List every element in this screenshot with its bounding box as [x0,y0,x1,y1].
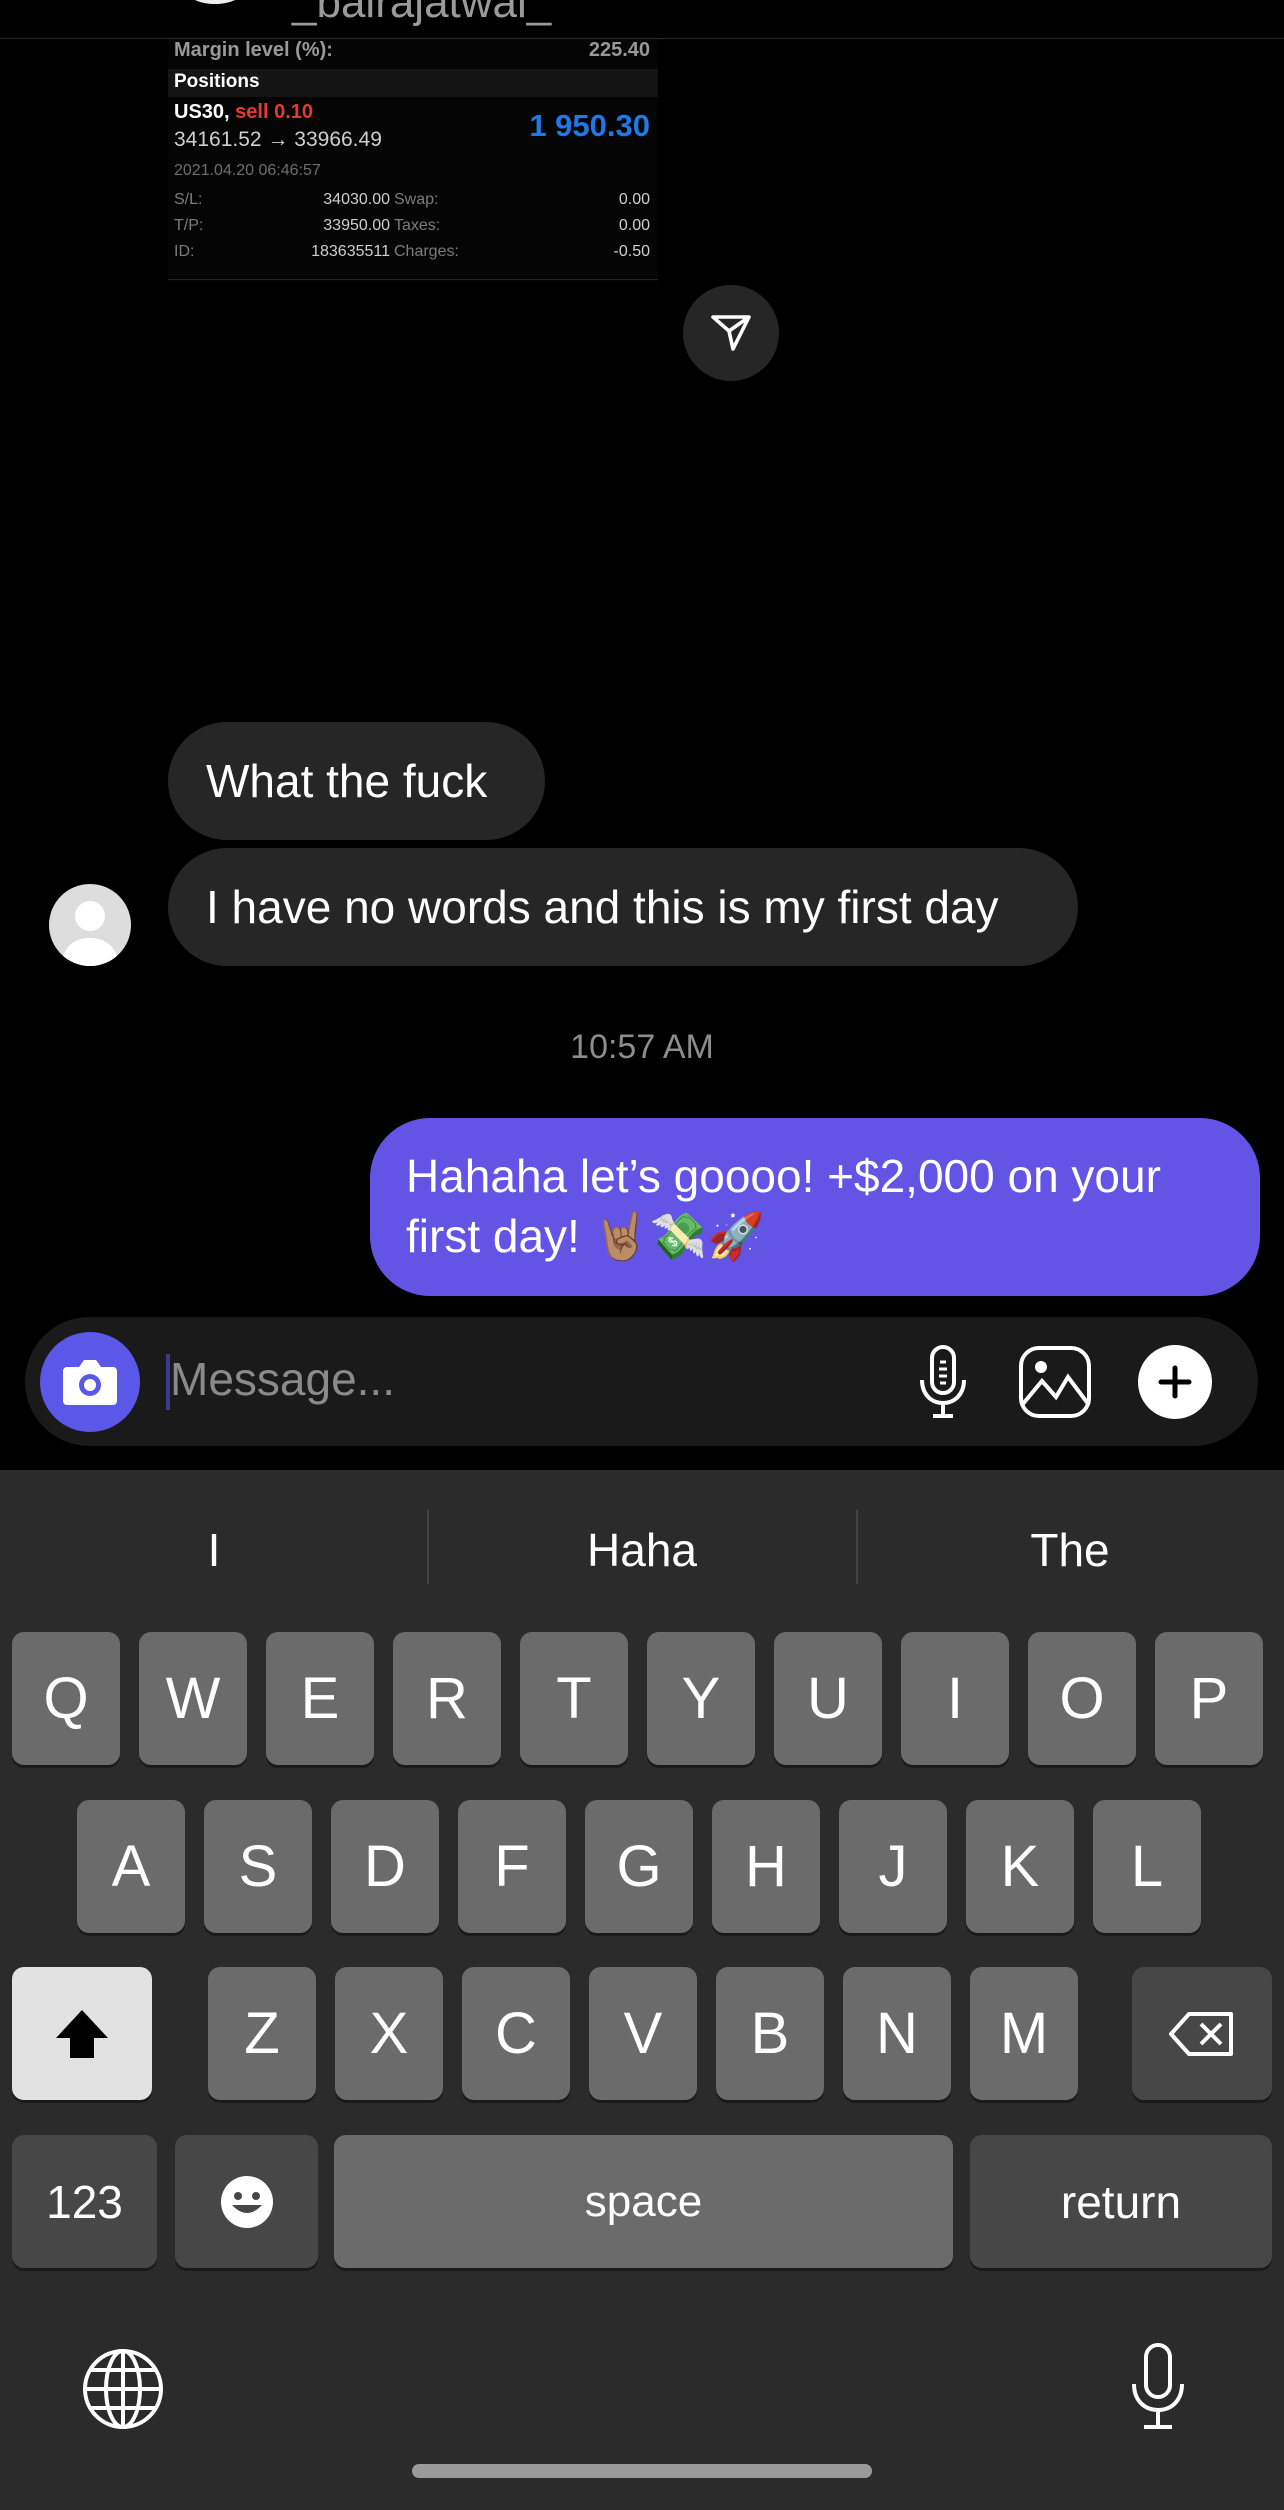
voice-message-button[interactable] [908,1340,978,1424]
key[interactable]: H [712,1800,820,1933]
taxes-label: Taxes: [394,217,441,234]
return-key[interactable]: return [970,2135,1272,2268]
key[interactable]: E [266,1632,374,1765]
key[interactable]: G [585,1800,693,1933]
received-message[interactable]: What the fuck [168,722,545,840]
dictation-button[interactable] [1120,2340,1196,2432]
shift-key[interactable] [12,1967,152,2100]
shared-trade-screenshot[interactable]: Margin level (%): 225.40 Positions US30,… [168,39,658,282]
globe-button[interactable] [80,2346,166,2432]
sl-value: 34030.00 [323,191,390,208]
share-button[interactable] [683,285,779,381]
header-avatar[interactable] [180,0,250,4]
person-icon [61,901,119,966]
space-key[interactable]: space [334,2135,953,2268]
message-input[interactable] [170,1352,870,1406]
key[interactable]: S [204,1800,312,1933]
tp-label: T/P: [174,217,204,234]
key[interactable]: I [901,1632,1009,1765]
sl-label: S/L: [174,191,203,208]
key[interactable]: U [774,1632,882,1765]
home-indicator[interactable] [412,2464,872,2478]
charges-value: -0.50 [613,243,650,260]
received-message[interactable]: I have no words and this is my first day [168,848,1078,966]
swap-label: Swap: [394,191,439,208]
charges-label: Charges: [394,243,459,260]
emoji-icon [220,2175,273,2228]
emoji-key[interactable] [175,2135,318,2268]
symbol: US30, [174,101,230,123]
numbers-key[interactable]: 123 [12,2135,157,2268]
key[interactable]: A [77,1800,185,1933]
key[interactable]: T [520,1632,628,1765]
image-icon [1019,1346,1091,1418]
margin-label: Margin level (%): [174,39,333,61]
key[interactable]: Q [12,1632,120,1765]
key[interactable]: R [393,1632,501,1765]
message-timestamp: 10:57 AM [570,1028,714,1066]
backspace-icon [1169,2011,1233,2056]
key[interactable]: N [843,1967,951,2100]
profit: 1 950.30 [529,108,650,143]
key[interactable]: X [335,1967,443,2100]
sender-avatar[interactable] [49,884,131,966]
id-label: ID: [174,243,195,260]
key[interactable]: V [589,1967,697,2100]
positions-label: Positions [174,71,260,92]
camera-icon [63,1360,117,1405]
side: sell 0.10 [235,101,313,123]
more-button[interactable] [1138,1345,1212,1419]
gallery-button[interactable] [1015,1340,1095,1424]
margin-value: 225.40 [588,39,650,61]
datetime: 2021.04.20 06:46:57 [174,162,321,179]
key[interactable]: M [970,1967,1078,2100]
key[interactable]: L [1093,1800,1201,1933]
delete-key[interactable] [1132,1967,1272,2100]
key[interactable]: D [331,1800,439,1933]
key[interactable]: C [462,1967,570,2100]
price-open: 34161.52 [174,128,262,151]
swap-value: 0.00 [618,191,650,208]
key[interactable]: W [139,1632,247,1765]
price-current: 33966.49 [294,128,382,151]
microphone-icon [1132,2343,1184,2429]
key[interactable]: F [458,1800,566,1933]
key[interactable]: J [839,1800,947,1933]
key[interactable]: K [966,1800,1074,1933]
shift-arrow-icon [56,2009,108,2058]
sent-message[interactable]: Hahaha let’s goooo! +$2,000 on your firs… [370,1118,1260,1296]
microphone-icon [920,1345,966,1418]
camera-button[interactable] [40,1332,140,1432]
arrow-icon: → [267,128,289,151]
key[interactable]: Y [647,1632,755,1765]
card-divider [168,279,658,280]
key[interactable]: Z [208,1967,316,2100]
header-username[interactable]: _bairajatwal_ [292,0,551,28]
taxes-value: 0.00 [618,217,650,234]
suggestion[interactable]: The [856,1510,1284,1590]
suggestion[interactable]: Haha [428,1510,856,1590]
key[interactable]: P [1155,1632,1263,1765]
key[interactable]: O [1028,1632,1136,1765]
id-value: 183635511 [311,243,390,260]
suggestion[interactable]: I [0,1510,428,1590]
globe-icon [83,2349,163,2429]
key[interactable]: B [716,1967,824,2100]
send-icon [711,315,751,351]
plus-icon [1158,1365,1192,1399]
tp-value: 33950.00 [323,217,390,234]
